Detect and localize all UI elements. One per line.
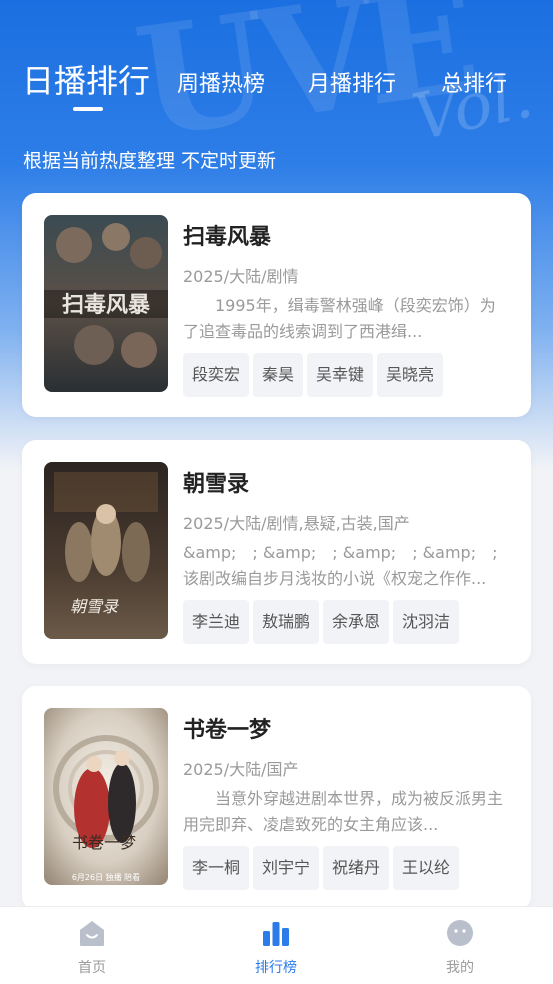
- tabbar-item-ranking[interactable]: 排行榜: [216, 907, 336, 984]
- profile-icon: [447, 920, 473, 946]
- ranking-tabs: 日播排行 周播热榜 月播排行 总排行: [22, 52, 532, 122]
- poster-caption-text: 6月26日 独播 陪看: [72, 872, 140, 882]
- home-icon: [80, 921, 104, 946]
- cast-tag[interactable]: 秦昊: [253, 353, 304, 397]
- cast-tag[interactable]: 李兰迪: [183, 600, 250, 644]
- poster-title-text: 朝雪录: [70, 597, 119, 616]
- cast-tag[interactable]: 沈羽洁: [393, 600, 460, 644]
- drama-poster: 书卷一梦 6月26日 独播 陪看: [44, 708, 168, 885]
- cast-tag[interactable]: 刘宇宁: [253, 846, 320, 890]
- ranking-subtitle: 根据当前热度整理 不定时更新: [23, 150, 277, 172]
- ranking-icon: [263, 922, 289, 946]
- tabbar-label: 首页: [78, 960, 106, 976]
- drama-card[interactable]: 朝雪录 朝雪录 2025/大陆/剧情,悬疑,古装,国产 &amp; ; &amp…: [22, 440, 531, 664]
- drama-meta: 2025/大陆/剧情,悬疑,古装,国产: [183, 514, 410, 533]
- cast-tags: 段奕宏 秦昊 吴幸键 吴晓亮: [183, 353, 447, 397]
- cast-tags: 李一桐 刘宇宁 祝绪丹 王以纶: [183, 846, 463, 890]
- drama-description: 当意外穿越进剧本世界，成为被反派男主用完即弃、凌虐致死的女主角应该...: [183, 789, 504, 834]
- tab-daily[interactable]: 日播排行: [22, 56, 150, 102]
- cast-tags: 李兰迪 敖瑞鹏 余承恩 沈羽洁: [183, 600, 463, 644]
- tabbar-item-profile[interactable]: 我的: [400, 907, 520, 984]
- tabbar-label: 排行榜: [255, 960, 297, 976]
- bottom-tab-bar: 首页 排行榜 我的: [0, 906, 553, 984]
- poster-title-text: 扫毒风暴: [62, 292, 151, 318]
- cast-tag[interactable]: 吴晓亮: [377, 353, 444, 397]
- drama-description: &amp; ; &amp; ; &amp; ; &amp; ;该剧改编自步月浅妆…: [183, 543, 498, 588]
- drama-poster: 扫毒风暴: [44, 215, 168, 392]
- tabbar-label: 我的: [446, 960, 474, 976]
- cast-tag[interactable]: 祝绪丹: [323, 846, 390, 890]
- tabbar-item-home[interactable]: 首页: [32, 907, 152, 984]
- drama-title: 书卷一梦: [183, 718, 272, 743]
- tab-weekly[interactable]: 周播热榜: [177, 66, 265, 98]
- drama-meta: 2025/大陆/剧情: [183, 267, 299, 286]
- drama-poster: 朝雪录: [44, 462, 168, 639]
- drama-card[interactable]: 扫毒风暴 扫毒风暴 2025/大陆/剧情 1995年，缉毒警林强峰（段奕宏饰）为…: [22, 193, 531, 417]
- active-tab-indicator: [73, 107, 103, 111]
- drama-card[interactable]: 书卷一梦 6月26日 独播 陪看 书卷一梦 2025/大陆/国产 当意外穿越进剧…: [22, 686, 531, 910]
- drama-meta: 2025/大陆/国产: [183, 760, 299, 779]
- cast-tag[interactable]: 余承恩: [323, 600, 390, 644]
- drama-title: 朝雪录: [183, 472, 250, 497]
- drama-title: 扫毒风暴: [183, 225, 272, 250]
- poster-title-text: 书卷一梦: [72, 833, 136, 852]
- cast-tag[interactable]: 吴幸键: [307, 353, 374, 397]
- cast-tag[interactable]: 王以纶: [393, 846, 460, 890]
- cast-tag[interactable]: 李一桐: [183, 846, 250, 890]
- tab-overall[interactable]: 总排行: [441, 66, 507, 98]
- cast-tag[interactable]: 段奕宏: [183, 353, 250, 397]
- tab-monthly[interactable]: 月播排行: [308, 66, 396, 98]
- drama-description: 1995年，缉毒警林强峰（段奕宏饰）为了追查毒品的线索调到了西港缉...: [183, 296, 496, 341]
- cast-tag[interactable]: 敖瑞鹏: [253, 600, 320, 644]
